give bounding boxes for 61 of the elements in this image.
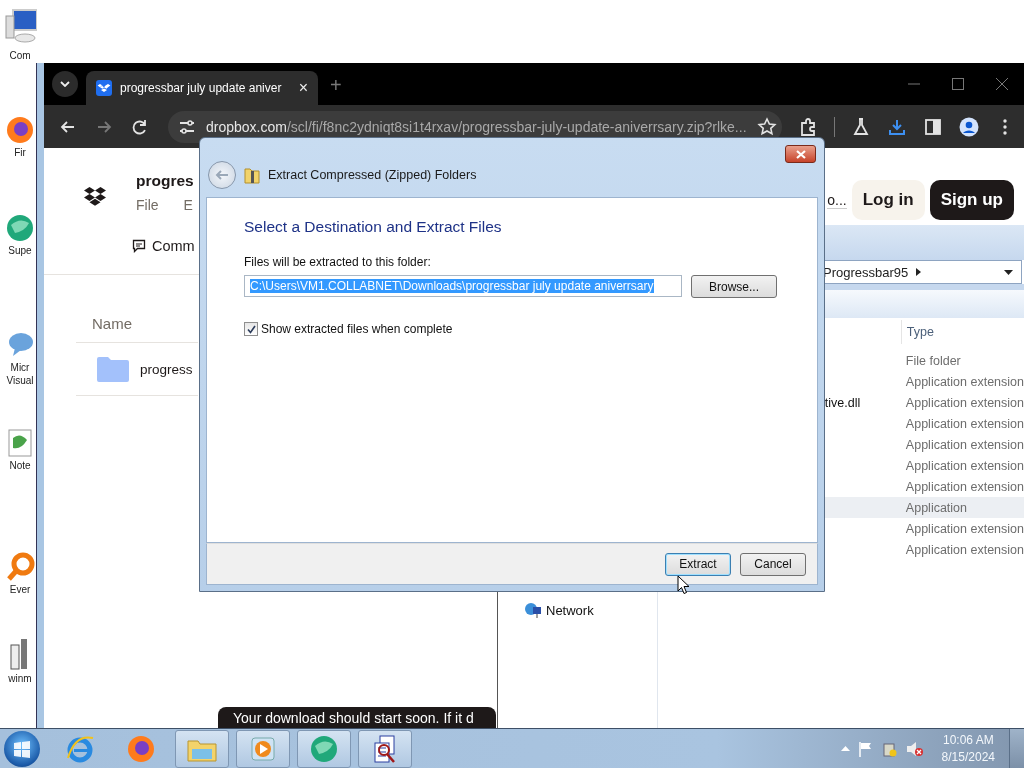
show-desktop-button[interactable] (1009, 729, 1024, 768)
browse-button[interactable]: Browse... (691, 275, 777, 298)
desktop-icon-label: Fir (13, 146, 27, 159)
puzzle-icon[interactable] (798, 116, 818, 137)
sidebar-icon[interactable] (923, 116, 943, 137)
dialog-title: Extract Compressed (Zipped) Folders (268, 168, 477, 182)
desktop-icon-label: Ever (8, 583, 32, 596)
magnifier-icon (5, 552, 35, 582)
close-button[interactable] (785, 145, 816, 163)
check-icon (246, 324, 256, 334)
close-icon[interactable] (996, 78, 1008, 90)
file-name[interactable]: progress (140, 361, 193, 377)
start-button[interactable] (4, 730, 40, 767)
desktop-icon-label: Supe (7, 244, 33, 257)
media-player-icon (249, 734, 277, 763)
chevron-down-icon (60, 81, 70, 87)
desktop-icon-label: Com (8, 49, 32, 62)
header-link[interactable]: o... (827, 191, 847, 209)
network-icon (524, 601, 542, 619)
checkbox-label[interactable]: Show extracted files when complete (261, 322, 453, 336)
folder-icon (97, 356, 129, 382)
dialog-button[interactable]: Cancel (740, 552, 806, 576)
site-settings-icon (178, 117, 196, 136)
checkbox[interactable] (244, 322, 258, 336)
close-tab-button[interactable]: × (298, 79, 308, 97)
maximize-icon[interactable] (952, 78, 964, 90)
box-logo-icon (96, 80, 112, 96)
file-title: progres (136, 172, 194, 190)
new-tab-button[interactable]: + (330, 74, 342, 97)
desktop-icon-label: Micr Visual (5, 361, 35, 387)
field-label: Files will be extracted to this folder: (244, 255, 432, 269)
globe-icon (5, 213, 35, 243)
back-arrow-icon (215, 169, 229, 181)
dialog-button[interactable]: Extract (665, 552, 731, 576)
zip-folder-icon (244, 166, 260, 184)
network-warning-icon[interactable] (881, 740, 898, 757)
comment-icon (132, 239, 146, 253)
star-icon[interactable] (756, 116, 777, 137)
speaker-muted-icon[interactable] (905, 740, 924, 757)
signup-button[interactable]: Sign up (929, 180, 1014, 220)
globe-icon (309, 733, 339, 764)
login-button[interactable]: Log in (851, 180, 925, 220)
notepad-icon (5, 428, 35, 458)
mouse-cursor-icon (677, 575, 690, 595)
menu-item[interactable]: E (183, 197, 193, 213)
flask-icon[interactable] (851, 116, 871, 137)
download-toast: Your download should start soon. If it d (218, 707, 496, 728)
nav-item[interactable]: Network (546, 602, 594, 618)
browser-tab[interactable]: progressbar july update aniver × (86, 71, 318, 105)
taskbar-button[interactable] (358, 729, 412, 768)
desktop-icon-label: Note (8, 459, 32, 472)
tab-search-button[interactable] (52, 71, 78, 97)
desktop-icon-label: winm (7, 672, 33, 685)
close-icon (795, 149, 806, 159)
comment-button[interactable]: Comm (152, 238, 195, 254)
dialog-heading: Select a Destination and Extract Files (244, 218, 503, 236)
caret-right-icon (916, 268, 922, 276)
column-header[interactable]: Type (900, 320, 1024, 344)
menu-item[interactable]: File (136, 197, 159, 213)
profile-avatar-icon[interactable] (959, 116, 979, 137)
column-header[interactable]: Name (76, 315, 198, 343)
